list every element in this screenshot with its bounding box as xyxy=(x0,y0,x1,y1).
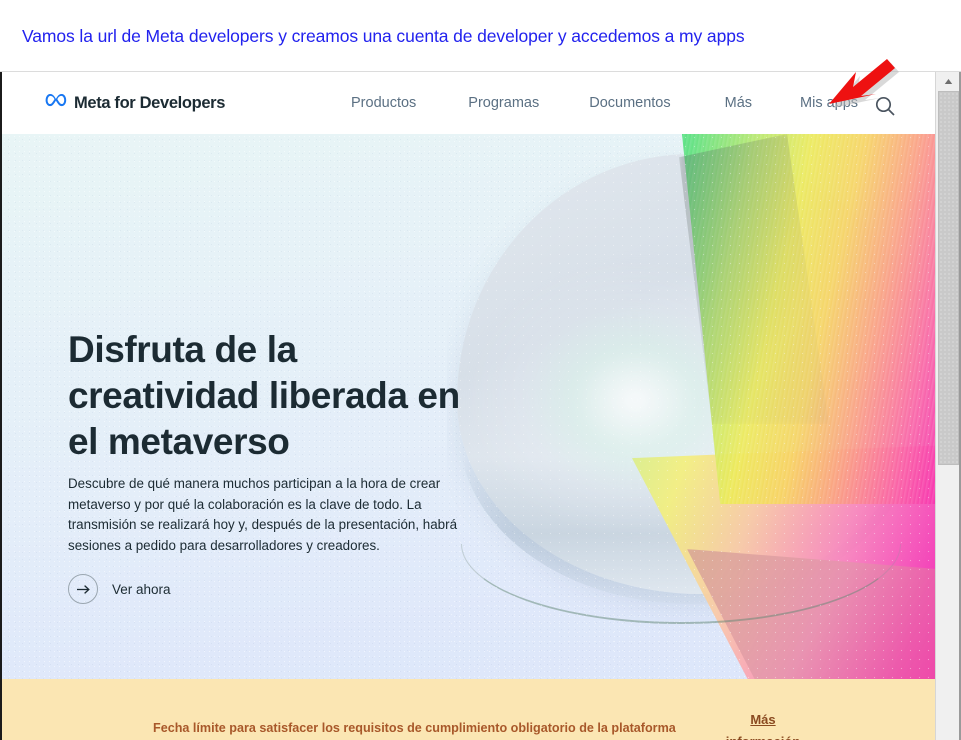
nav-item-programas[interactable]: Programas xyxy=(468,95,539,111)
watch-now-label: Ver ahora xyxy=(112,581,171,597)
scrollbar-thumb[interactable] xyxy=(938,91,959,465)
hero-section: Disfruta de la creatividad liberada en e… xyxy=(2,134,937,679)
brand-text: Meta for Developers xyxy=(74,93,226,112)
site-navbar: Meta for Developers Productos Programas … xyxy=(2,72,937,134)
notice-text: Fecha límite para satisfacer los requisi… xyxy=(153,721,676,735)
hero-title: Disfruta de la creatividad liberada en e… xyxy=(68,329,460,462)
arrow-right-circle-icon xyxy=(68,574,98,604)
browser-viewport: Meta for Developers Productos Programas … xyxy=(0,72,961,740)
search-button[interactable] xyxy=(873,94,899,120)
nav-item-mas[interactable]: Más xyxy=(725,95,752,111)
web-page: Meta for Developers Productos Programas … xyxy=(2,72,937,740)
nav-item-documentos[interactable]: Documentos xyxy=(589,95,670,111)
watch-now-button[interactable]: Ver ahora xyxy=(68,574,171,604)
annotation-caption-text: Vamos la url de Meta developers y creamo… xyxy=(22,26,745,46)
screenshot-root: Vamos la url de Meta developers y creamo… xyxy=(0,0,961,740)
vertical-scrollbar[interactable] xyxy=(935,72,961,740)
scrollbar-track[interactable] xyxy=(937,467,961,740)
nav-item-mis-apps[interactable]: Mis apps xyxy=(800,95,858,111)
hero-body-text: Descubre de qué manera muchos participan… xyxy=(68,476,458,553)
more-info-link[interactable]: Más información xyxy=(720,709,806,740)
nav-links: Productos Programas Documentos Más Mis a… xyxy=(342,72,858,134)
brand-link[interactable]: Meta for Developers xyxy=(45,93,225,113)
more-info-line2: información xyxy=(726,734,800,740)
compliance-notice-banner: Fecha límite para satisfacer los requisi… xyxy=(2,679,937,740)
scroll-up-arrow-icon[interactable] xyxy=(936,72,961,90)
nav-item-productos[interactable]: Productos xyxy=(351,95,416,111)
annotation-caption-bar: Vamos la url de Meta developers y creamo… xyxy=(0,0,961,72)
meta-infinity-logo-icon xyxy=(45,93,67,113)
hero-artwork xyxy=(447,134,937,679)
more-info-line1: Más xyxy=(750,712,776,727)
